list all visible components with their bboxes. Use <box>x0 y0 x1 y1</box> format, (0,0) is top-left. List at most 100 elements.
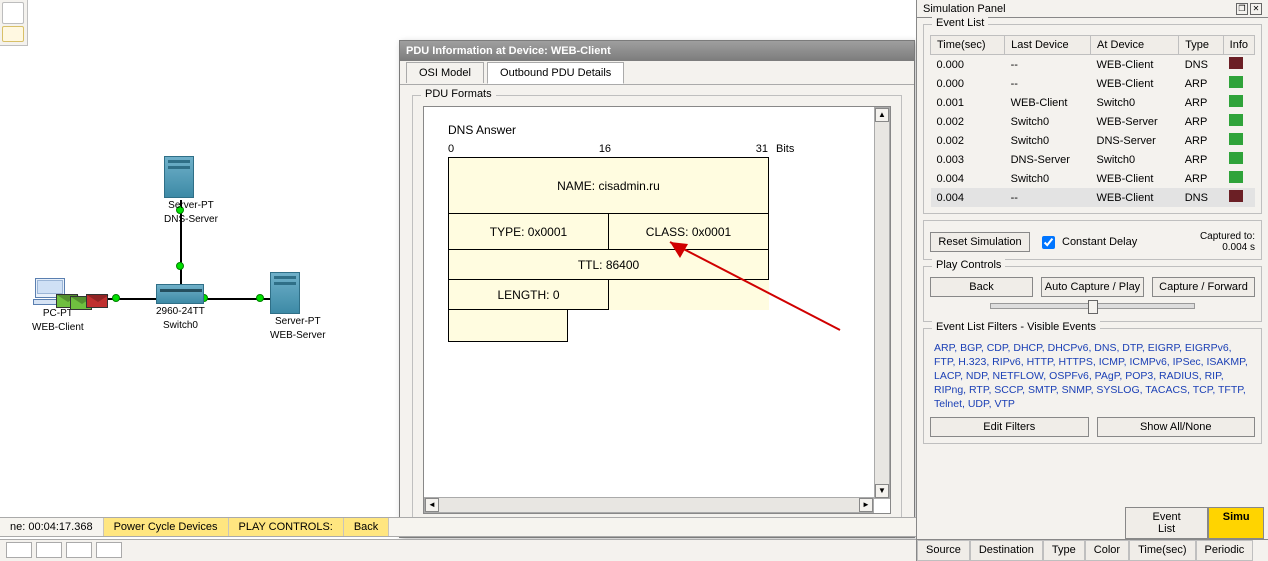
col-time[interactable]: Time(sec) <box>931 36 1005 55</box>
pdu-list-header: Source Destination Type Color Time(sec) … <box>917 539 1268 561</box>
scroll-down-icon[interactable]: ▼ <box>875 484 889 498</box>
switch-icon <box>156 284 204 304</box>
ev-info[interactable] <box>1223 55 1254 75</box>
ev-info[interactable] <box>1223 169 1254 188</box>
scrollbar-vertical[interactable]: ▲ ▼ <box>874 107 890 499</box>
device-type-icon[interactable] <box>6 542 32 558</box>
ev-info[interactable] <box>1223 112 1254 131</box>
status-back-button[interactable]: Back <box>344 518 389 536</box>
event-row[interactable]: 0.000--WEB-ClientDNS <box>931 55 1255 75</box>
device-dns[interactable]: Server-PT DNS-Server <box>164 156 218 226</box>
device-type-icon[interactable] <box>96 542 122 558</box>
device-web[interactable]: Server-PT WEB-Server <box>270 272 326 342</box>
col-at[interactable]: At Device <box>1091 36 1179 55</box>
ev-time: 0.004 <box>931 169 1005 188</box>
show-all-none-button[interactable]: Show All/None <box>1097 417 1256 437</box>
event-list-legend: Event List <box>932 17 988 29</box>
play-controls-label: PLAY CONTROLS: <box>229 518 344 536</box>
pdu-info-window[interactable]: PDU Information at Device: WEB-Client OS… <box>399 40 915 538</box>
event-row[interactable]: 0.001WEB-ClientSwitch0ARP <box>931 93 1255 112</box>
auto-capture-button[interactable]: Auto Capture / Play <box>1041 277 1144 297</box>
bit-ruler: 0 16 31 <box>448 143 768 155</box>
event-row[interactable]: 0.004--WEB-ClientDNS <box>931 188 1255 207</box>
dns-label-2: DNS-Server <box>164 214 218 226</box>
captured-to-label: Captured to: <box>1200 231 1255 242</box>
ev-at: WEB-Server <box>1091 112 1179 131</box>
event-row[interactable]: 0.004Switch0WEB-ClientARP <box>931 169 1255 188</box>
bits-label: Bits <box>776 143 794 155</box>
speed-slider[interactable] <box>990 303 1195 309</box>
ev-last: Switch0 <box>1005 112 1091 131</box>
scrollbar-horizontal[interactable]: ◄ ► <box>424 497 874 513</box>
constant-delay-checkbox[interactable]: Constant Delay <box>1038 233 1137 252</box>
col-type[interactable]: Type <box>1179 36 1223 55</box>
back-button[interactable]: Back <box>930 277 1033 297</box>
ev-time: 0.001 <box>931 93 1005 112</box>
reset-simulation-button[interactable]: Reset Simulation <box>930 232 1030 252</box>
event-list-button[interactable]: Event List <box>1125 507 1209 539</box>
ev-last: WEB-Client <box>1005 93 1091 112</box>
event-row[interactable]: 0.000--WEB-ClientARP <box>931 74 1255 93</box>
scroll-right-icon[interactable]: ► <box>859 498 873 512</box>
col-last[interactable]: Last Device <box>1005 36 1091 55</box>
capture-forward-button[interactable]: Capture / Forward <box>1152 277 1255 297</box>
tab-outbound-pdu[interactable]: Outbound PDU Details <box>487 62 624 84</box>
col-periodic[interactable]: Periodic <box>1196 540 1254 561</box>
ev-at: Switch0 <box>1091 93 1179 112</box>
pdu-scroll-area[interactable]: DNS Answer 0 16 31 Bits NAME: cisadmin.r… <box>423 106 891 514</box>
col-ptime[interactable]: Time(sec) <box>1129 540 1195 561</box>
scroll-up-icon[interactable]: ▲ <box>875 108 889 122</box>
event-row[interactable]: 0.003DNS-ServerSwitch0ARP <box>931 150 1255 169</box>
play-controls-legend: Play Controls <box>932 259 1005 271</box>
col-destination[interactable]: Destination <box>970 540 1043 561</box>
device-type-icon[interactable] <box>66 542 92 558</box>
constant-delay-label: Constant Delay <box>1062 236 1137 248</box>
ev-info[interactable] <box>1223 150 1254 169</box>
tool-button[interactable] <box>2 2 24 24</box>
ev-at: WEB-Client <box>1091 55 1179 75</box>
simulation-button[interactable]: Simu <box>1208 507 1264 539</box>
slider-thumb[interactable] <box>1088 300 1098 314</box>
ev-time: 0.003 <box>931 150 1005 169</box>
col-info[interactable]: Info <box>1223 36 1254 55</box>
ev-time: 0.002 <box>931 131 1005 150</box>
ev-type: ARP <box>1179 74 1223 93</box>
col-color[interactable]: Color <box>1085 540 1129 561</box>
ev-last: -- <box>1005 74 1091 93</box>
edit-filters-button[interactable]: Edit Filters <box>930 417 1089 437</box>
play-controls-group: Play Controls Back Auto Capture / Play C… <box>923 266 1262 322</box>
ev-type: ARP <box>1179 169 1223 188</box>
col-source[interactable]: Source <box>917 540 970 561</box>
event-row[interactable]: 0.002Switch0DNS-ServerARP <box>931 131 1255 150</box>
ev-at: WEB-Client <box>1091 74 1179 93</box>
bottom-device-bar[interactable] <box>0 539 916 561</box>
ev-at: WEB-Client <box>1091 169 1179 188</box>
tab-osi-model[interactable]: OSI Model <box>406 62 484 83</box>
window-title[interactable]: PDU Information at Device: WEB-Client <box>400 41 914 61</box>
ev-info[interactable] <box>1223 188 1254 207</box>
event-row[interactable]: 0.002Switch0WEB-ServerARP <box>931 112 1255 131</box>
sim-time: ne: 00:04:17.368 <box>0 518 104 536</box>
ruler-31: 31 <box>756 143 768 155</box>
ev-info[interactable] <box>1223 131 1254 150</box>
ev-at: DNS-Server <box>1091 131 1179 150</box>
col-ptype[interactable]: Type <box>1043 540 1085 561</box>
device-switch[interactable]: 2960-24TT Switch0 <box>156 284 205 332</box>
pc-label-2: WEB-Client <box>32 322 84 334</box>
pdu-formats-fieldset: PDU Formats DNS Answer 0 16 31 Bits NAME… <box>412 95 902 525</box>
hand-tool[interactable] <box>2 26 24 42</box>
close-icon[interactable]: ✕ <box>1250 3 1262 15</box>
ev-info[interactable] <box>1223 74 1254 93</box>
pdu-envelope[interactable] <box>86 294 108 308</box>
length-field: LENGTH: 0 <box>449 280 609 310</box>
class-field: CLASS: 0x0001 <box>609 214 769 250</box>
device-type-icon[interactable] <box>36 542 62 558</box>
power-cycle-button[interactable]: Power Cycle Devices <box>104 518 229 536</box>
undock-icon[interactable]: ❐ <box>1236 3 1248 15</box>
ev-info[interactable] <box>1223 93 1254 112</box>
scroll-left-icon[interactable]: ◄ <box>425 498 439 512</box>
sim-panel-header[interactable]: Simulation Panel ❐ ✕ <box>917 0 1268 18</box>
ev-type: ARP <box>1179 131 1223 150</box>
event-list-table[interactable]: Time(sec) Last Device At Device Type Inf… <box>930 35 1255 207</box>
constant-delay-input[interactable] <box>1042 236 1055 249</box>
